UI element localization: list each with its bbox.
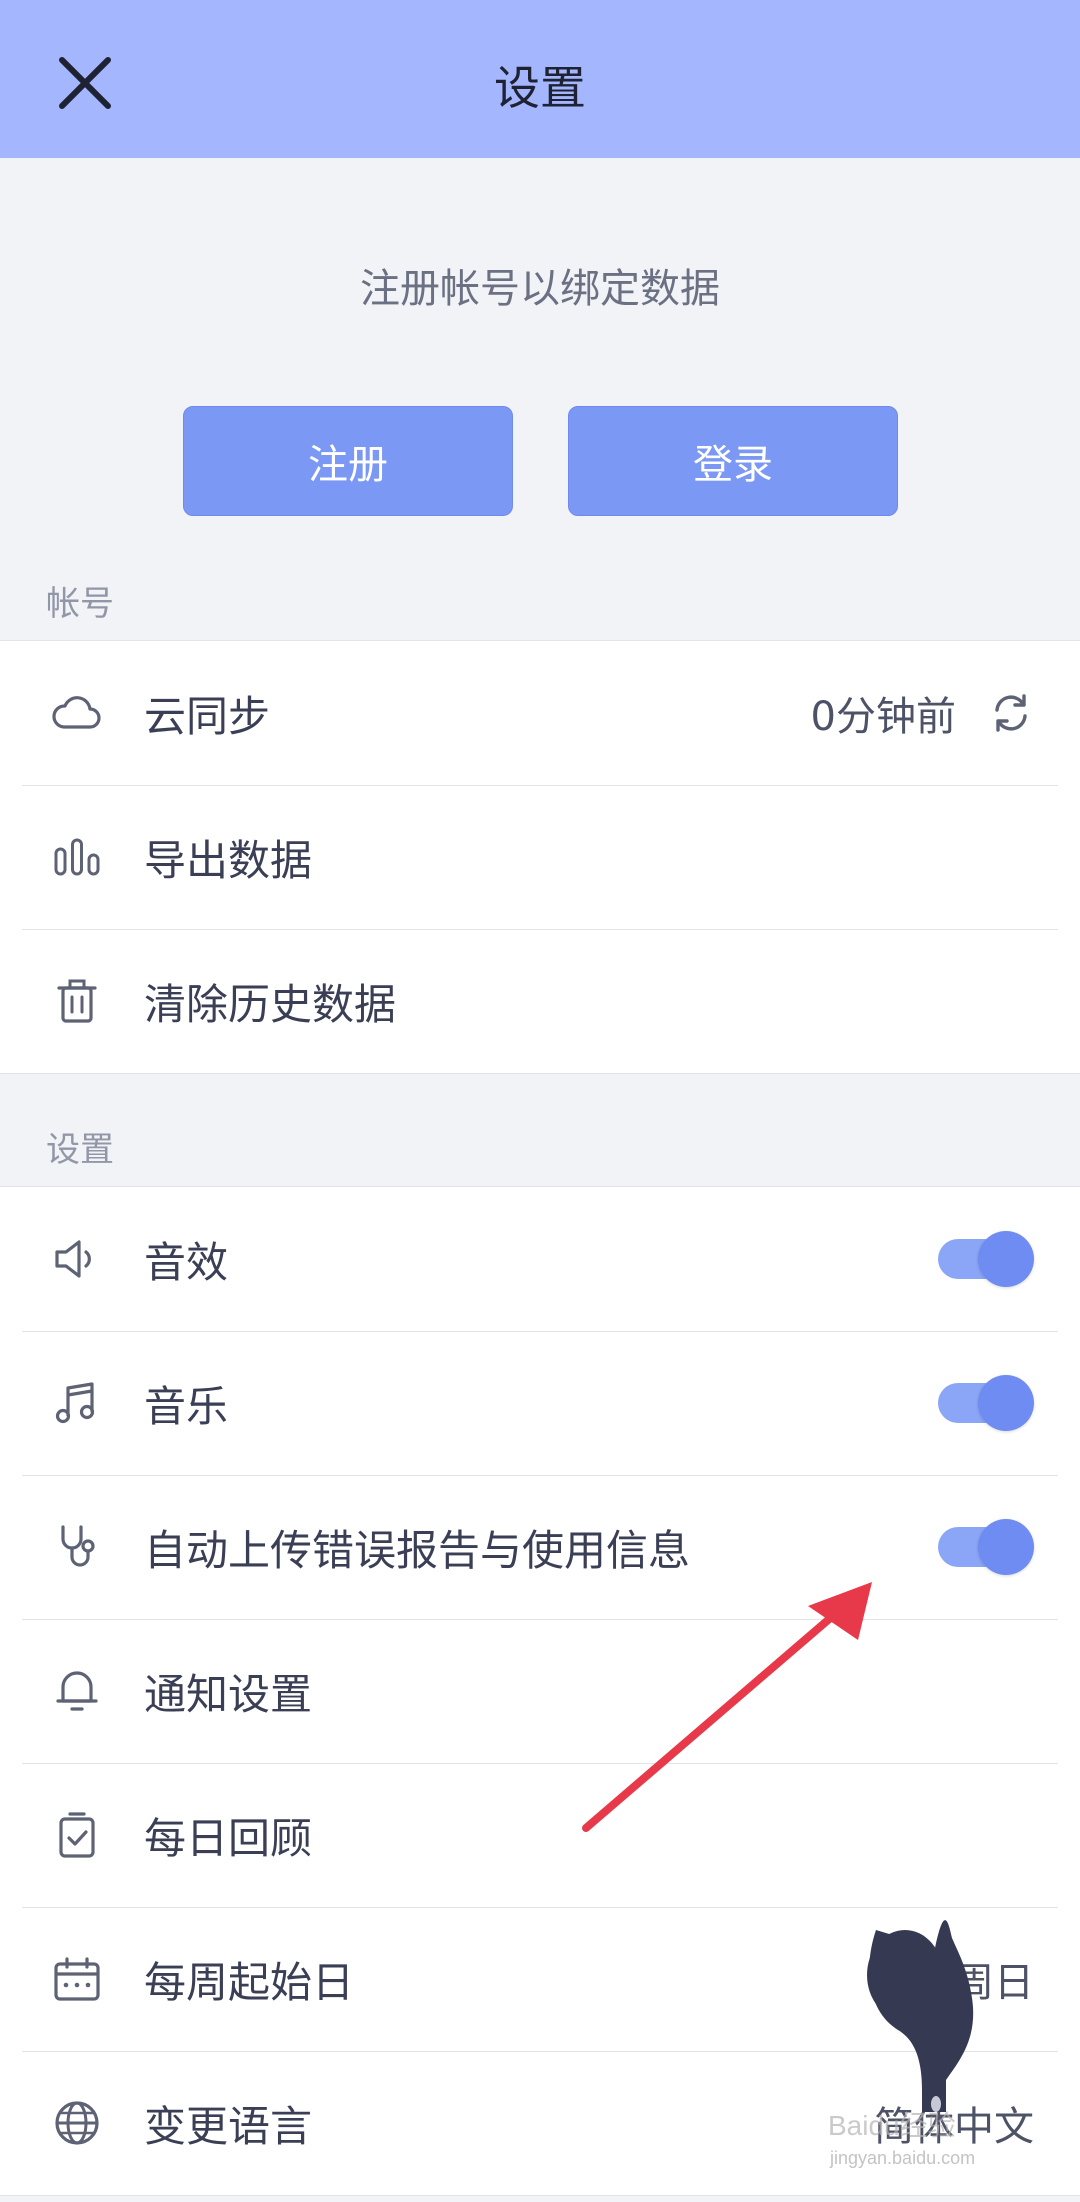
header-bar: 设置: [0, 0, 1080, 158]
sync-button[interactable]: [988, 690, 1034, 736]
row-notification-settings[interactable]: 通知设置: [0, 1619, 1080, 1763]
globe-icon: [52, 2098, 102, 2148]
speaker-icon: [52, 1234, 102, 1284]
section-label-settings: 设置: [46, 1130, 114, 1170]
register-button[interactable]: 注册: [183, 406, 513, 516]
row-sound-effects[interactable]: 音效: [0, 1187, 1080, 1331]
cloud-icon: [52, 688, 102, 738]
row-clear-history[interactable]: 清除历史数据: [0, 929, 1080, 1073]
page-title: 设置: [494, 61, 586, 115]
week-start-value: 周日: [954, 1960, 1034, 2006]
music-toggle[interactable]: [938, 1375, 1034, 1431]
row-daily-review[interactable]: 每日回顾: [0, 1763, 1080, 1907]
section-label-account: 帐号: [46, 584, 114, 624]
last-sync-value: 0分钟前: [810, 694, 956, 740]
toggle-knob: [978, 1231, 1034, 1287]
calendar-icon: [52, 1954, 102, 2004]
row-label: 自动上传错误报告与使用信息: [144, 1525, 691, 1575]
toggle-knob: [978, 1519, 1034, 1575]
trash-icon: [52, 976, 102, 1026]
row-label: 音效: [144, 1237, 229, 1287]
clipboard-check-icon: [52, 1810, 102, 1860]
row-week-start-day[interactable]: 每周起始日 周日: [0, 1907, 1080, 2051]
row-label: 云同步: [144, 691, 271, 741]
watermark-text: Baidu经验: [828, 2110, 956, 2141]
bell-icon: [52, 1666, 102, 1716]
bar-chart-icon: [52, 832, 102, 882]
login-button[interactable]: 登录: [568, 406, 898, 516]
row-cloud-sync[interactable]: 云同步 0分钟前: [0, 641, 1080, 785]
settings-group: 音效 音乐 自动上传错误报告与使用信息 通知设置 每日回顾 每周起始日 周日 变…: [0, 1186, 1080, 2196]
toggle-knob: [978, 1375, 1034, 1431]
music-note-icon: [52, 1378, 102, 1428]
row-export-data[interactable]: 导出数据: [0, 785, 1080, 929]
row-label: 音乐: [144, 1381, 229, 1431]
row-label: 通知设置: [144, 1669, 313, 1719]
row-auto-upload-reports[interactable]: 自动上传错误报告与使用信息: [0, 1475, 1080, 1619]
row-label: 变更语言: [144, 2101, 313, 2151]
row-music[interactable]: 音乐: [0, 1331, 1080, 1475]
row-label: 清除历史数据: [144, 979, 397, 1029]
auto-upload-toggle[interactable]: [938, 1519, 1034, 1575]
watermark-url: jingyan.baidu.com: [830, 2148, 976, 2168]
account-group: 云同步 0分钟前 导出数据 清除历史数据: [0, 640, 1080, 1074]
refresh-icon: [995, 694, 1027, 732]
stethoscope-icon: [52, 1522, 102, 1572]
row-label: 导出数据: [144, 835, 313, 885]
row-label: 每周起始日: [144, 1957, 355, 2007]
sound-effects-toggle[interactable]: [938, 1231, 1034, 1287]
register-prompt: 注册帐号以绑定数据: [360, 266, 720, 312]
row-label: 每日回顾: [144, 1813, 313, 1863]
